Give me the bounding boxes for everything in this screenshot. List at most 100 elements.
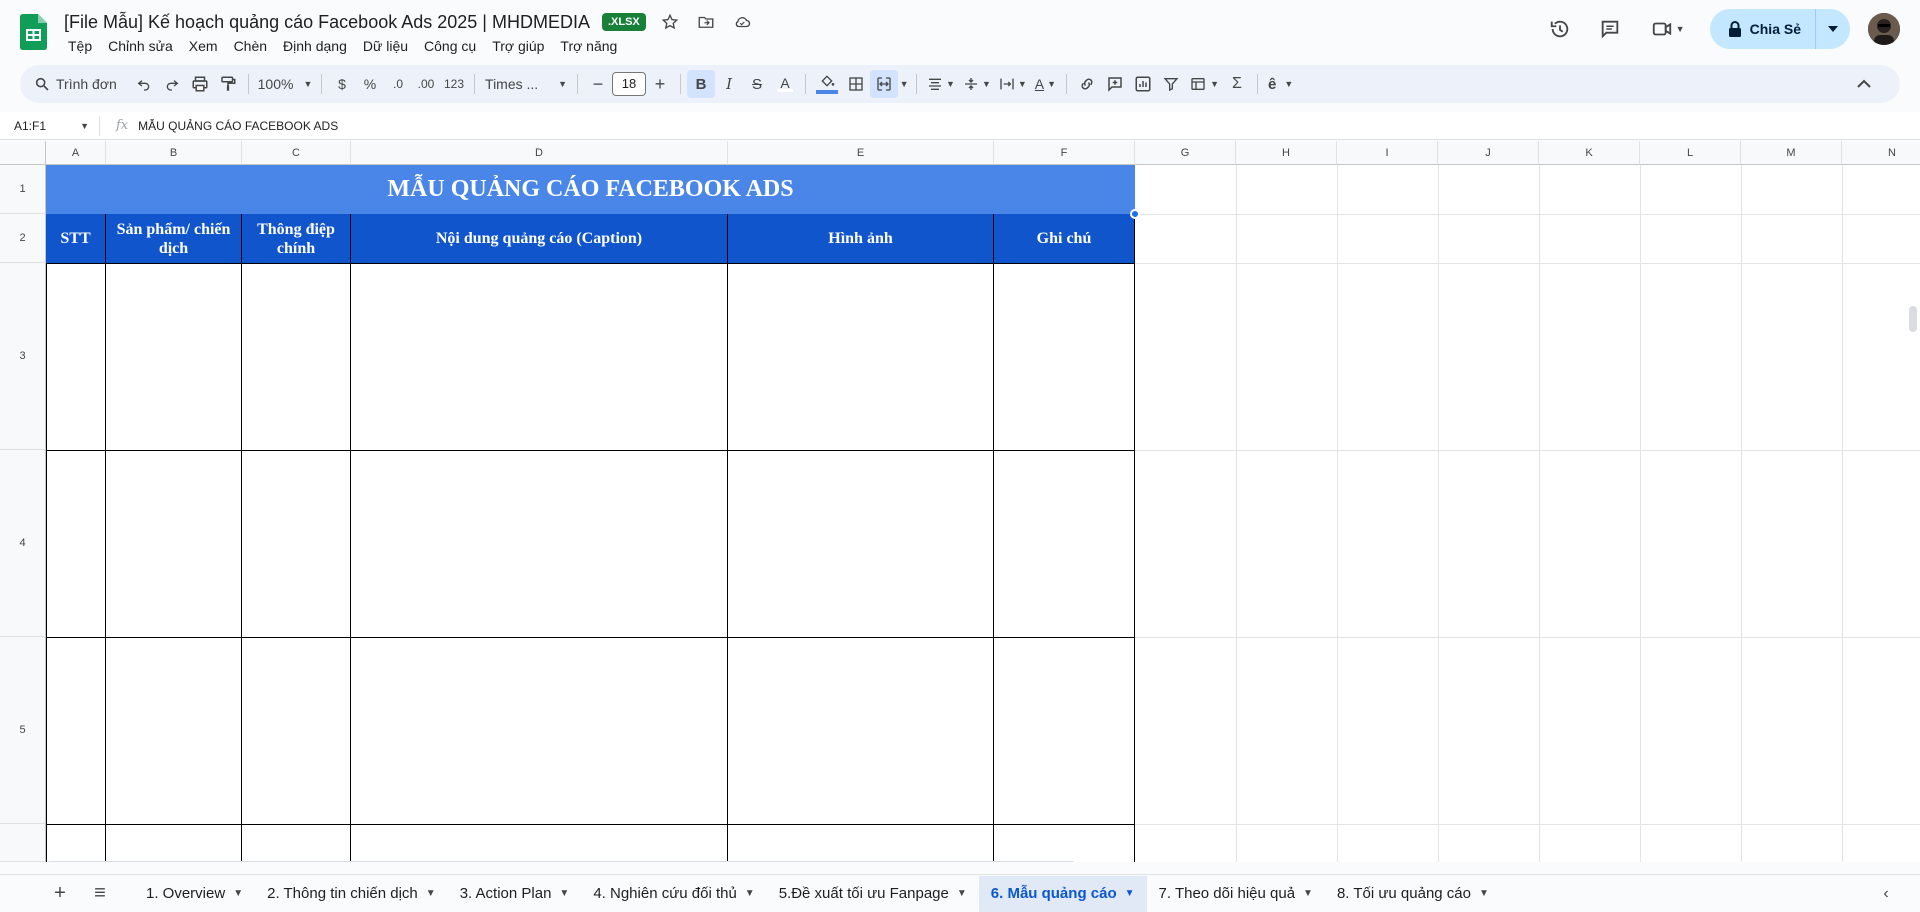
sheet-grid[interactable]: A B C D E F G H I J K L M N 1 2 3 4 5 MẪ… (0, 141, 1920, 862)
menu-tools[interactable]: Công cụ (416, 36, 484, 56)
header-cell-stt[interactable]: STT (46, 214, 106, 263)
insert-chart-icon[interactable] (1129, 70, 1157, 98)
insert-link-icon[interactable] (1073, 70, 1101, 98)
sheet-title-cell[interactable]: MẪU QUẢNG CÁO FACEBOOK ADS (46, 165, 1135, 214)
input-tools-icon[interactable]: ê ▼ (1264, 70, 1297, 98)
column-header-d[interactable]: D (351, 141, 728, 165)
column-header-i[interactable]: I (1337, 141, 1438, 165)
undo-icon[interactable] (130, 70, 158, 98)
menu-insert[interactable]: Chèn (226, 36, 275, 56)
star-icon[interactable] (658, 10, 682, 34)
comments-icon[interactable] (1594, 13, 1626, 45)
move-folder-icon[interactable] (694, 10, 718, 34)
print-icon[interactable] (186, 70, 214, 98)
sheets-logo-icon[interactable] (20, 14, 47, 50)
chevron-left-icon[interactable]: ‹ (1866, 878, 1906, 910)
formula-input[interactable]: MẪU QUẢNG CÁO FACEBOOK ADS (138, 119, 338, 133)
sheet-tab-action-plan[interactable]: 3. Action Plan ▼ (448, 876, 582, 912)
vertical-scrollbar[interactable] (1909, 306, 1917, 332)
row-header-5[interactable]: 5 (0, 637, 46, 824)
menu-data[interactable]: Dữ liệu (355, 36, 416, 56)
add-sheet-icon[interactable]: + (40, 878, 80, 910)
row-header-6[interactable] (0, 824, 46, 862)
menu-accessibility[interactable]: Trợ năng (552, 36, 625, 56)
horizontal-align-icon[interactable]: ▼ (923, 70, 959, 98)
column-header-e[interactable]: E (728, 141, 994, 165)
menu-help[interactable]: Trợ giúp (484, 36, 552, 56)
row-header-1[interactable]: 1 (0, 165, 46, 214)
currency-format-button[interactable]: $ (328, 70, 356, 98)
column-header-a[interactable]: A (46, 141, 106, 165)
decrease-font-size-button[interactable]: − (584, 70, 612, 98)
menu-search[interactable]: Trình đơn (28, 70, 130, 98)
header-cell-message[interactable]: Thông điệp chính (242, 214, 351, 263)
share-options-chevron-icon[interactable] (1816, 9, 1850, 49)
percent-format-button[interactable]: % (356, 70, 384, 98)
document-title[interactable]: [File Mẫu] Kế hoạch quảng cáo Facebook A… (64, 12, 590, 33)
number-format-button[interactable]: 123 (440, 70, 468, 98)
increase-decimal-button[interactable]: .00 (412, 70, 440, 98)
bold-button[interactable]: B (687, 70, 716, 98)
column-header-c[interactable]: C (242, 141, 351, 165)
share-button[interactable]: Chia Sẻ (1710, 9, 1816, 49)
merge-options-chevron-icon[interactable]: ▼ (898, 70, 910, 98)
column-header-k[interactable]: K (1539, 141, 1640, 165)
paint-format-icon[interactable] (214, 70, 242, 98)
column-header-b[interactable]: B (106, 141, 242, 165)
select-all-corner[interactable] (0, 141, 46, 165)
zoom-select[interactable]: 100% ▼ (255, 70, 315, 98)
italic-button[interactable]: I (715, 70, 743, 98)
sheet-tab-competitor-research[interactable]: 4. Nghiên cứu đối thủ ▼ (581, 876, 766, 912)
insert-comment-icon[interactable] (1101, 70, 1129, 98)
cloud-status-icon[interactable] (730, 10, 754, 34)
collapse-toolbar-icon[interactable] (1850, 70, 1878, 98)
filter-views-icon[interactable]: ▼ (1185, 70, 1223, 98)
version-history-icon[interactable] (1544, 13, 1576, 45)
font-size-input[interactable]: 18 (612, 72, 647, 96)
sheet-tab-overview[interactable]: 1. Overview ▼ (134, 876, 255, 912)
functions-icon[interactable]: Σ (1223, 70, 1251, 98)
column-header-j[interactable]: J (1438, 141, 1539, 165)
text-rotation-icon[interactable]: A ▼ (1031, 70, 1060, 98)
column-header-f[interactable]: F (994, 141, 1135, 165)
selection-fill-handle[interactable] (1130, 209, 1140, 219)
row-header-4[interactable]: 4 (0, 450, 46, 637)
user-avatar[interactable] (1868, 13, 1900, 45)
text-wrapping-icon[interactable]: ▼ (995, 70, 1031, 98)
sheet-tab-ad-optimization[interactable]: 8. Tối ưu quảng cáo ▼ (1325, 876, 1501, 912)
column-header-h[interactable]: H (1236, 141, 1337, 165)
filter-icon[interactable] (1157, 70, 1185, 98)
text-color-button[interactable]: A (771, 70, 799, 98)
sheet-tab-performance-tracking[interactable]: 7. Theo dõi hiệu quả ▼ (1147, 876, 1325, 912)
row-header-2[interactable]: 2 (0, 214, 46, 263)
sheet-tab-ad-template[interactable]: 6. Mẫu quảng cáo ▼ (978, 875, 1147, 912)
name-box[interactable]: A1:F1 ▼ (0, 115, 100, 136)
horizontal-scrollbar[interactable] (46, 861, 1076, 862)
all-sheets-menu-icon[interactable]: ≡ (80, 878, 120, 910)
strikethrough-button[interactable]: S (743, 70, 771, 98)
vertical-align-icon[interactable]: ▼ (959, 70, 995, 98)
borders-icon[interactable] (842, 70, 870, 98)
column-header-l[interactable]: L (1640, 141, 1741, 165)
column-header-m[interactable]: M (1741, 141, 1842, 165)
merge-cells-icon[interactable] (870, 70, 899, 98)
fill-color-button[interactable] (812, 70, 842, 98)
redo-icon[interactable] (158, 70, 186, 98)
increase-font-size-button[interactable]: + (646, 70, 674, 98)
meet-icon[interactable]: ▼ (1644, 13, 1692, 45)
font-family-select[interactable]: Times ... ▼ (481, 70, 571, 98)
decrease-decimal-button[interactable]: .0 (384, 70, 412, 98)
sheet-tab-fanpage-optimization[interactable]: 5.Đề xuất tối ưu Fanpage ▼ (767, 876, 979, 912)
header-cell-caption[interactable]: Nội dung quảng cáo (Caption) (351, 214, 728, 263)
menu-file[interactable]: Tệp (60, 36, 100, 56)
column-header-n[interactable]: N (1842, 141, 1920, 165)
menu-edit[interactable]: Chỉnh sửa (100, 36, 181, 56)
header-cell-product[interactable]: Sản phẩm/ chiến dịch (106, 214, 242, 263)
menu-format[interactable]: Định dạng (275, 36, 355, 56)
sheet-tab-campaign-info[interactable]: 2. Thông tin chiến dịch ▼ (255, 876, 448, 912)
header-cell-image[interactable]: Hình ảnh (728, 214, 994, 263)
menu-view[interactable]: Xem (181, 36, 226, 56)
row-header-3[interactable]: 3 (0, 263, 46, 450)
column-header-g[interactable]: G (1135, 141, 1236, 165)
header-cell-note[interactable]: Ghi chú (994, 214, 1135, 263)
